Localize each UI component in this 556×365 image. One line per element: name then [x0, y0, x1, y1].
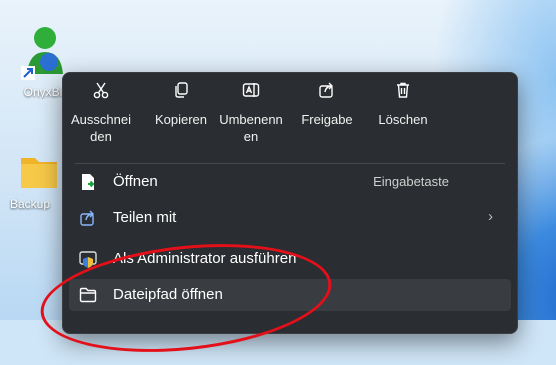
share-icon: [80, 210, 94, 226]
menu-item-share-with[interactable]: Teilen mit ›: [69, 202, 511, 234]
open-file-icon: [82, 174, 95, 190]
share-icon: [319, 82, 333, 98]
admin-shield-icon: [79, 251, 97, 268]
copy-button[interactable]: Kopieren: [143, 81, 219, 128]
context-menu-toolbar: Ausschnei den Kopieren Umbenenn en Freigab…: [63, 73, 517, 161]
cut-label: Ausschnei den: [71, 112, 131, 144]
chevron-right-icon: ›: [488, 208, 493, 225]
menu-item-shortcut: Eingabetaste: [373, 174, 449, 189]
copy-label: Kopieren: [154, 112, 208, 127]
menu-item-label: Als Administrator ausführen: [113, 250, 297, 267]
rename-icon: [242, 83, 260, 97]
rename-label: Umbenenn en: [219, 112, 283, 144]
cut-button[interactable]: Ausschnei den: [63, 81, 139, 145]
folder-icon: [79, 287, 97, 303]
trash-icon: [397, 82, 409, 98]
menu-item-run-as-admin[interactable]: Als Administrator ausführen: [69, 243, 511, 275]
menu-item-open-file-path[interactable]: Dateipfad öffnen: [69, 279, 511, 311]
backup-folder-icon: [21, 158, 57, 188]
menu-item-label: Öffnen: [113, 173, 158, 190]
menu-divider: [75, 163, 505, 164]
menu-item-label: Dateipfad öffnen: [113, 286, 223, 303]
cut-icon: [93, 82, 109, 99]
menu-item-open[interactable]: Öffnen Eingabetaste: [69, 166, 511, 198]
share-label: Freigabe: [301, 112, 353, 127]
rename-button[interactable]: Umbenenn en: [213, 81, 289, 145]
copy-icon: [175, 82, 188, 98]
context-menu: Ausschnei den Kopieren Umbenenn en Freigab…: [62, 72, 518, 334]
onyx-app-icon: [21, 27, 63, 80]
menu-item-label: Teilen mit: [113, 209, 177, 226]
delete-button[interactable]: Löschen: [365, 81, 441, 128]
delete-label: Löschen: [378, 112, 428, 127]
share-button[interactable]: Freigabe: [289, 81, 365, 128]
